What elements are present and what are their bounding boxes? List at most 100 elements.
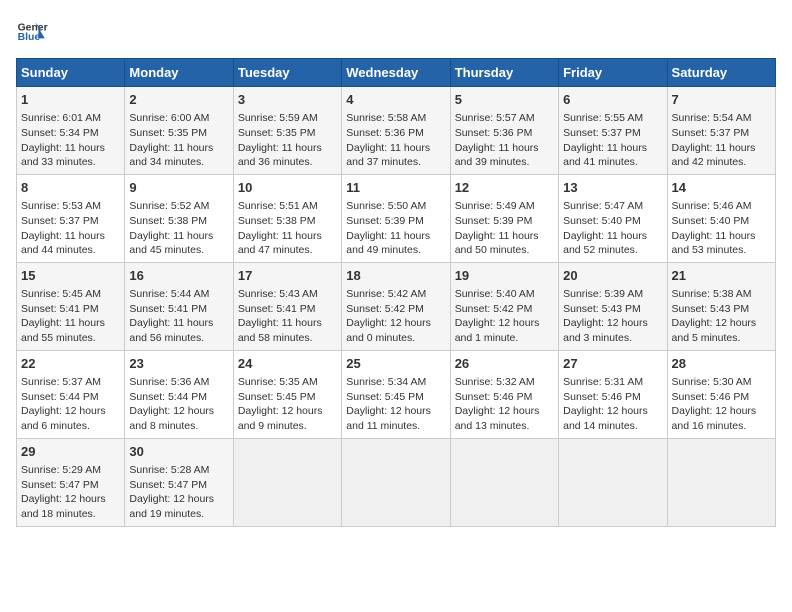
week-row-5: 29Sunrise: 5:29 AMSunset: 5:47 PMDayligh… xyxy=(17,438,776,526)
sunrise-time: Sunrise: 5:59 AM xyxy=(238,111,337,126)
calendar-cell: 22Sunrise: 5:37 AMSunset: 5:44 PMDayligh… xyxy=(17,350,125,438)
day-number: 23 xyxy=(129,355,228,373)
sunset-time: Sunset: 5:34 PM xyxy=(21,126,120,141)
sunset-time: Sunset: 5:36 PM xyxy=(346,126,445,141)
calendar-cell: 7Sunrise: 5:54 AMSunset: 5:37 PMDaylight… xyxy=(667,87,775,175)
day-number: 17 xyxy=(238,267,337,285)
sunrise-time: Sunrise: 5:34 AM xyxy=(346,375,445,390)
calendar-cell: 9Sunrise: 5:52 AMSunset: 5:38 PMDaylight… xyxy=(125,174,233,262)
calendar-cell: 12Sunrise: 5:49 AMSunset: 5:39 PMDayligh… xyxy=(450,174,558,262)
sunrise-time: Sunrise: 5:36 AM xyxy=(129,375,228,390)
sunrise-time: Sunrise: 5:37 AM xyxy=(21,375,120,390)
sunrise-time: Sunrise: 5:51 AM xyxy=(238,199,337,214)
calendar-cell: 3Sunrise: 5:59 AMSunset: 5:35 PMDaylight… xyxy=(233,87,341,175)
daylight-hours: Daylight: 12 hours and 5 minutes. xyxy=(672,316,771,345)
calendar-cell: 26Sunrise: 5:32 AMSunset: 5:46 PMDayligh… xyxy=(450,350,558,438)
day-number: 30 xyxy=(129,443,228,461)
calendar-cell xyxy=(342,438,450,526)
sunset-time: Sunset: 5:41 PM xyxy=(238,302,337,317)
daylight-hours: Daylight: 12 hours and 6 minutes. xyxy=(21,404,120,433)
sunrise-time: Sunrise: 5:45 AM xyxy=(21,287,120,302)
daylight-hours: Daylight: 11 hours and 36 minutes. xyxy=(238,141,337,170)
calendar-cell: 27Sunrise: 5:31 AMSunset: 5:46 PMDayligh… xyxy=(559,350,667,438)
calendar-cell: 20Sunrise: 5:39 AMSunset: 5:43 PMDayligh… xyxy=(559,262,667,350)
daylight-hours: Daylight: 12 hours and 8 minutes. xyxy=(129,404,228,433)
daylight-hours: Daylight: 11 hours and 47 minutes. xyxy=(238,229,337,258)
sunset-time: Sunset: 5:38 PM xyxy=(238,214,337,229)
sunset-time: Sunset: 5:47 PM xyxy=(21,478,120,493)
sunset-time: Sunset: 5:43 PM xyxy=(672,302,771,317)
calendar-cell: 15Sunrise: 5:45 AMSunset: 5:41 PMDayligh… xyxy=(17,262,125,350)
sunrise-time: Sunrise: 5:46 AM xyxy=(672,199,771,214)
calendar-cell: 19Sunrise: 5:40 AMSunset: 5:42 PMDayligh… xyxy=(450,262,558,350)
daylight-hours: Daylight: 12 hours and 14 minutes. xyxy=(563,404,662,433)
calendar-cell: 4Sunrise: 5:58 AMSunset: 5:36 PMDaylight… xyxy=(342,87,450,175)
day-number: 28 xyxy=(672,355,771,373)
sunrise-time: Sunrise: 5:40 AM xyxy=(455,287,554,302)
day-number: 7 xyxy=(672,91,771,109)
calendar-cell: 16Sunrise: 5:44 AMSunset: 5:41 PMDayligh… xyxy=(125,262,233,350)
daylight-hours: Daylight: 11 hours and 37 minutes. xyxy=(346,141,445,170)
sunrise-time: Sunrise: 5:49 AM xyxy=(455,199,554,214)
day-number: 2 xyxy=(129,91,228,109)
sunset-time: Sunset: 5:39 PM xyxy=(346,214,445,229)
sunrise-time: Sunrise: 5:30 AM xyxy=(672,375,771,390)
week-row-4: 22Sunrise: 5:37 AMSunset: 5:44 PMDayligh… xyxy=(17,350,776,438)
day-number: 14 xyxy=(672,179,771,197)
sunrise-time: Sunrise: 6:01 AM xyxy=(21,111,120,126)
day-number: 6 xyxy=(563,91,662,109)
week-row-3: 15Sunrise: 5:45 AMSunset: 5:41 PMDayligh… xyxy=(17,262,776,350)
day-number: 21 xyxy=(672,267,771,285)
logo: General Blue xyxy=(16,16,52,48)
sunrise-time: Sunrise: 5:39 AM xyxy=(563,287,662,302)
day-number: 25 xyxy=(346,355,445,373)
sunset-time: Sunset: 5:45 PM xyxy=(346,390,445,405)
day-number: 19 xyxy=(455,267,554,285)
sunset-time: Sunset: 5:44 PM xyxy=(21,390,120,405)
calendar-cell: 29Sunrise: 5:29 AMSunset: 5:47 PMDayligh… xyxy=(17,438,125,526)
calendar-cell: 21Sunrise: 5:38 AMSunset: 5:43 PMDayligh… xyxy=(667,262,775,350)
sunset-time: Sunset: 5:37 PM xyxy=(563,126,662,141)
daylight-hours: Daylight: 11 hours and 58 minutes. xyxy=(238,316,337,345)
sunrise-time: Sunrise: 5:55 AM xyxy=(563,111,662,126)
sunrise-time: Sunrise: 5:52 AM xyxy=(129,199,228,214)
sunrise-time: Sunrise: 6:00 AM xyxy=(129,111,228,126)
sunset-time: Sunset: 5:42 PM xyxy=(455,302,554,317)
daylight-hours: Daylight: 11 hours and 44 minutes. xyxy=(21,229,120,258)
calendar-cell: 30Sunrise: 5:28 AMSunset: 5:47 PMDayligh… xyxy=(125,438,233,526)
calendar-cell: 24Sunrise: 5:35 AMSunset: 5:45 PMDayligh… xyxy=(233,350,341,438)
day-header-wednesday: Wednesday xyxy=(342,59,450,87)
sunset-time: Sunset: 5:37 PM xyxy=(672,126,771,141)
day-header-monday: Monday xyxy=(125,59,233,87)
day-number: 13 xyxy=(563,179,662,197)
calendar-cell xyxy=(233,438,341,526)
sunset-time: Sunset: 5:41 PM xyxy=(21,302,120,317)
sunrise-time: Sunrise: 5:29 AM xyxy=(21,463,120,478)
daylight-hours: Daylight: 12 hours and 16 minutes. xyxy=(672,404,771,433)
calendar-cell: 1Sunrise: 6:01 AMSunset: 5:34 PMDaylight… xyxy=(17,87,125,175)
sunset-time: Sunset: 5:40 PM xyxy=(672,214,771,229)
sunset-time: Sunset: 5:35 PM xyxy=(238,126,337,141)
calendar-cell: 14Sunrise: 5:46 AMSunset: 5:40 PMDayligh… xyxy=(667,174,775,262)
sunset-time: Sunset: 5:35 PM xyxy=(129,126,228,141)
sunset-time: Sunset: 5:39 PM xyxy=(455,214,554,229)
day-number: 12 xyxy=(455,179,554,197)
sunrise-time: Sunrise: 5:31 AM xyxy=(563,375,662,390)
day-number: 8 xyxy=(21,179,120,197)
day-header-tuesday: Tuesday xyxy=(233,59,341,87)
sunrise-time: Sunrise: 5:54 AM xyxy=(672,111,771,126)
day-number: 9 xyxy=(129,179,228,197)
sunset-time: Sunset: 5:37 PM xyxy=(21,214,120,229)
calendar-table: SundayMondayTuesdayWednesdayThursdayFrid… xyxy=(16,58,776,527)
header: General Blue xyxy=(16,16,776,48)
sunset-time: Sunset: 5:44 PM xyxy=(129,390,228,405)
daylight-hours: Daylight: 12 hours and 9 minutes. xyxy=(238,404,337,433)
day-header-friday: Friday xyxy=(559,59,667,87)
day-header-sunday: Sunday xyxy=(17,59,125,87)
sunset-time: Sunset: 5:43 PM xyxy=(563,302,662,317)
sunset-time: Sunset: 5:45 PM xyxy=(238,390,337,405)
day-number: 1 xyxy=(21,91,120,109)
sunset-time: Sunset: 5:40 PM xyxy=(563,214,662,229)
sunrise-time: Sunrise: 5:44 AM xyxy=(129,287,228,302)
day-number: 20 xyxy=(563,267,662,285)
